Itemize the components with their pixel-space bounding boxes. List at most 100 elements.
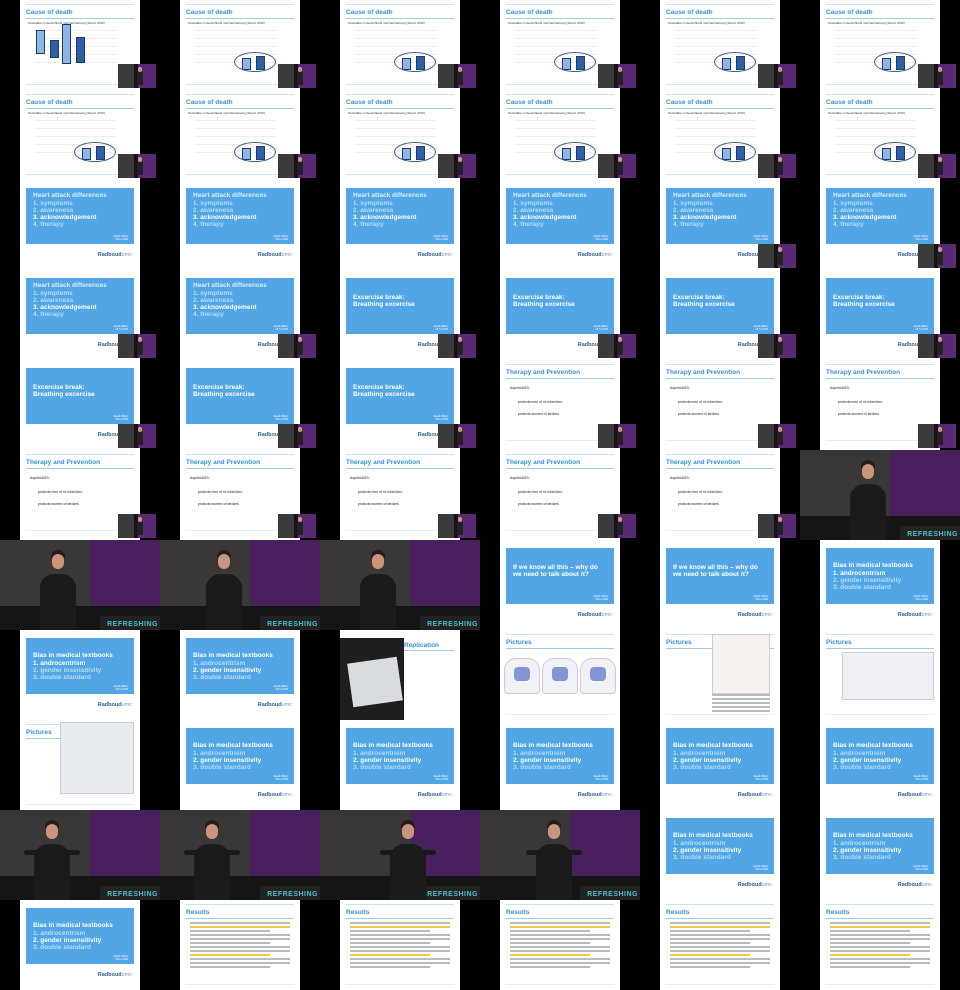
- inset-speaker: [137, 430, 143, 445]
- speaker-inset: [598, 334, 636, 358]
- therapy-line: Aspirin/ASS:: [350, 476, 370, 480]
- body-text-lines: [510, 922, 610, 970]
- video-frame: Pictures: [800, 630, 960, 720]
- video-frame: Therapy and Prevention Aspirin/ASS: protec…: [640, 450, 800, 540]
- list-item: 3. acknowledgement: [673, 214, 737, 221]
- inset-face: [778, 337, 782, 342]
- text-line: [350, 934, 450, 936]
- radboud-logo: Radboudumc: [897, 792, 932, 798]
- slide-page: Bias in medical textbooks 1. androcentris…: [660, 720, 780, 810]
- slide-page: Pictures: [500, 630, 620, 720]
- stage-sign: REFRESHING: [427, 891, 478, 898]
- chart-bar: [76, 37, 85, 63]
- text-line: [830, 946, 930, 948]
- inset-wall: [438, 514, 454, 538]
- list-item: 2. gender insensitivity: [33, 667, 102, 674]
- stage-sign: REFRESHING: [267, 621, 318, 628]
- speaker-photo: REFRESHING: [320, 810, 480, 900]
- box-heading: Heart attack differences: [193, 192, 267, 199]
- inset-face: [778, 157, 782, 162]
- box-heading: Bias in medical textbooks: [193, 652, 273, 659]
- blue-content-box: Excercise break: Breathing excercise Sarah…: [666, 278, 774, 334]
- title-rule: [666, 378, 774, 379]
- list-item: 1. androcentrism: [33, 930, 86, 937]
- chart-highlight-ellipse: [714, 142, 756, 162]
- video-frame: Bias in medical textbooks 1. androcentris…: [320, 720, 480, 810]
- inset-wall: [598, 424, 614, 448]
- text-line: [510, 958, 610, 960]
- inset-face: [138, 427, 142, 432]
- footer-rule: [506, 714, 614, 715]
- slide-date: 09.12.2018: [915, 778, 928, 781]
- blue-content-box: If we know all this – why do we need to t…: [506, 548, 614, 604]
- slide-title: Therapy and Prevention: [506, 369, 581, 376]
- slide-title: Cause of death: [826, 99, 873, 106]
- chart-subtitle: Todesfälle in Deutschland nach Erkrankun…: [668, 111, 745, 115]
- text-line: [350, 938, 450, 940]
- text-line: [510, 966, 590, 968]
- video-frame: Pictures: [480, 630, 640, 720]
- blue-content-box: Bias in medical textbooks 1. androcentris…: [826, 548, 934, 604]
- stage-sign: REFRESHING: [267, 891, 318, 898]
- slide-date: 09.12.2018: [275, 688, 288, 691]
- top-rule: [26, 454, 134, 455]
- top-rule: [666, 94, 774, 95]
- chart-subtitle: Todesfälle in Deutschland nach Erkrankun…: [188, 111, 265, 115]
- list-item: 2. awareness: [193, 297, 234, 304]
- speaker-inset: [278, 154, 316, 178]
- chart-gridline: [354, 38, 436, 39]
- top-rule: [506, 94, 614, 95]
- slide-page: Results: [500, 900, 620, 990]
- inset-speaker: [137, 520, 143, 535]
- radboud-logo: Radboudumc: [577, 612, 612, 618]
- inset-wall: [918, 244, 934, 268]
- chart-gridline: [34, 136, 116, 137]
- speaker-inset: [918, 334, 956, 358]
- top-rule: [826, 904, 934, 905]
- slide-date: 09.12.2018: [275, 418, 288, 421]
- author-date: Sarah Hillner 09.12.2018: [114, 235, 128, 241]
- therapy-line: protects men of re-infarction,: [678, 490, 723, 494]
- text-line: [510, 942, 590, 944]
- top-rule: [26, 4, 134, 5]
- top-rule: [666, 4, 774, 5]
- radboud-logo-suffix: umc: [761, 882, 772, 888]
- radboud-logo: Radboudumc: [737, 612, 772, 618]
- slide-title: Results: [506, 909, 530, 916]
- inset-speaker: [137, 340, 143, 355]
- chart-subtitle: Todesfälle in Deutschland nach Erkrankun…: [508, 111, 585, 115]
- inset-speaker: [617, 520, 623, 535]
- inset-wall: [918, 424, 934, 448]
- video-frame: Bias in medical textbooks 1. androcentris…: [0, 900, 160, 990]
- video-frame: REFRESHING: [0, 540, 160, 630]
- slide-page: If we know all this – why do we need to t…: [660, 540, 780, 630]
- chart-gridline: [194, 38, 276, 39]
- video-frame: Heart attack differences 1. symptoms 2. aw…: [0, 270, 160, 360]
- chart-subtitle: Todesfälle in Deutschland nach Erkrankun…: [348, 111, 425, 115]
- inset-speaker: [457, 430, 463, 445]
- video-frame: REFRESHING: [480, 810, 640, 900]
- chart-gridline: [834, 136, 916, 137]
- face-illustration: [60, 722, 134, 794]
- list-item: 3. double standard: [673, 854, 731, 861]
- author-date: Sarah Hillner 09.12.2018: [434, 325, 448, 331]
- blue-content-box: Excercise break: Breathing excercise Sarah…: [186, 368, 294, 424]
- video-frame: Excercise break: Breathing excercise Sarah…: [640, 270, 800, 360]
- inset-speaker: [297, 160, 303, 175]
- radboud-logo: Radboudumc: [417, 792, 452, 798]
- slide-title: Cause of death: [346, 9, 393, 16]
- inset-wall: [278, 334, 294, 358]
- speaker-photo: REFRESHING: [160, 540, 320, 630]
- slide-page: Bias in medical textbooks 1. androcentris…: [820, 540, 940, 630]
- inset-speaker: [137, 70, 143, 85]
- speaker-inset: [758, 424, 796, 448]
- chart-gridline: [194, 46, 276, 47]
- slide-title: Results: [186, 909, 210, 916]
- text-line: [510, 926, 610, 928]
- speaker-inset: [758, 334, 796, 358]
- therapy-line: protects women of strokes: [38, 502, 79, 506]
- box-heading: Breathing excercise: [673, 301, 735, 308]
- blue-content-box: If we know all this – why do we need to t…: [666, 548, 774, 604]
- video-frame: If we know all this – why do we need to t…: [640, 540, 800, 630]
- slide-title: Results: [666, 909, 690, 916]
